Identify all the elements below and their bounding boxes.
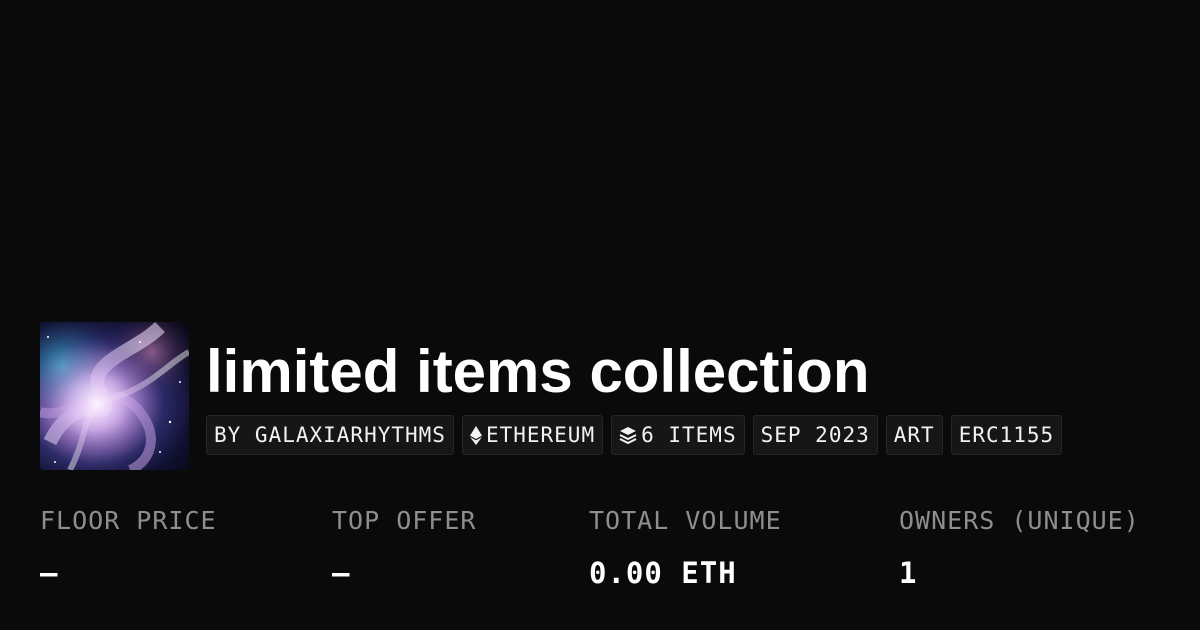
chain-badge-label: ETHEREUM: [485, 423, 596, 447]
collection-share-card: limited items collection BY GALAXIARHYTH…: [0, 0, 1200, 630]
total-volume-stat: TOTAL VOLUME 0.00 ETH: [589, 503, 782, 591]
category-badge: ART: [885, 415, 943, 455]
ethereum-icon: [469, 425, 482, 445]
creator-badge[interactable]: BY GALAXIARHYTHMS: [206, 415, 454, 455]
collection-avatar: [40, 322, 189, 470]
nebula-artwork: [40, 322, 189, 470]
chain-badge: ETHEREUM: [461, 415, 604, 455]
collection-badges: BY GALAXIARHYTHMS ETHEREUM 6 ITEMS SEP 2…: [206, 415, 1063, 455]
owners-value: 1: [899, 556, 918, 590]
floor-price-value: –: [40, 556, 59, 590]
category-badge-label: ART: [893, 423, 935, 447]
items-badge: 6 ITEMS: [611, 415, 745, 455]
items-badge-label: 6 ITEMS: [641, 423, 737, 447]
date-badge: SEP 2023: [752, 415, 878, 455]
date-badge-label: SEP 2023: [760, 423, 870, 447]
floor-price-stat: FLOOR PRICE –: [40, 503, 217, 591]
owners-stat: OWNERS (UNIQUE) 1: [899, 503, 1140, 591]
collection-title: limited items collection: [206, 338, 870, 405]
total-volume-label: TOTAL VOLUME: [589, 506, 782, 535]
standard-badge: ERC1155: [950, 415, 1063, 455]
total-volume-value: 0.00 ETH: [589, 556, 737, 590]
top-offer-label: TOP OFFER: [332, 506, 477, 535]
floor-price-label: FLOOR PRICE: [40, 506, 217, 535]
owners-label: OWNERS (UNIQUE): [899, 506, 1140, 535]
top-offer-stat: TOP OFFER –: [332, 503, 476, 591]
layers-icon: [619, 426, 637, 444]
standard-badge-label: ERC1155: [958, 423, 1055, 447]
creator-badge-label: BY GALAXIARHYTHMS: [214, 423, 446, 447]
top-offer-value: –: [332, 556, 351, 590]
